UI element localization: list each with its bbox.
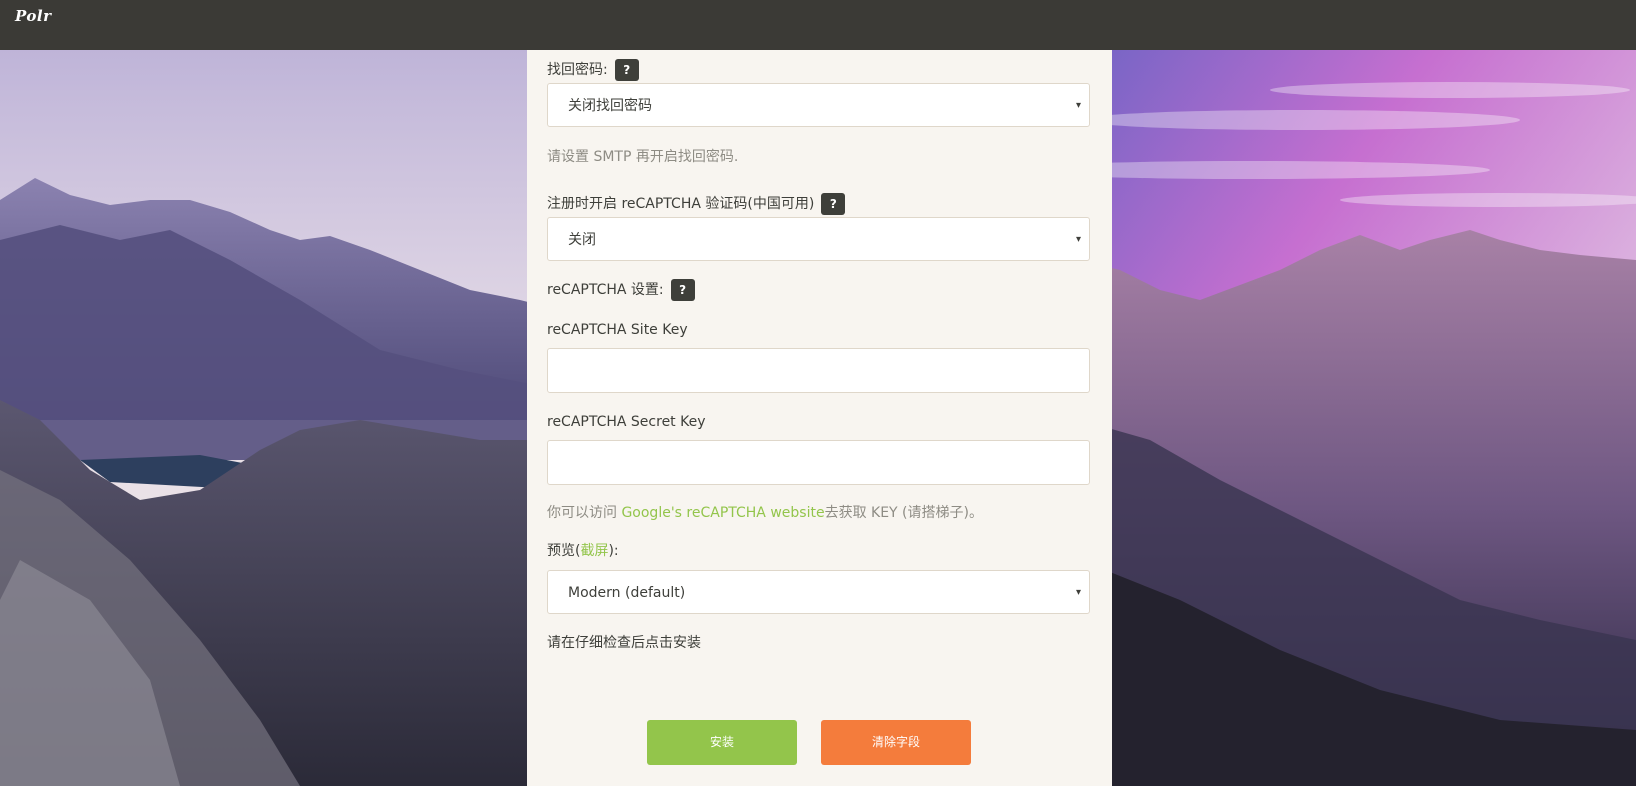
recaptcha-signup-label: 注册时开启 reCAPTCHA 验证码(中国可用)? xyxy=(547,193,846,215)
password-recovery-select[interactable]: 关闭找回密码 ▾ xyxy=(547,83,1090,127)
setup-form-panel: 找回密码:? 关闭找回密码 ▾ 请设置 SMTP 再开启找回密码. 注册时开启 … xyxy=(527,50,1112,786)
recaptcha-website-link[interactable]: Google's reCAPTCHA website xyxy=(621,505,824,521)
clear-fields-button[interactable]: 清除字段 xyxy=(821,720,971,765)
site-key-input[interactable] xyxy=(547,348,1090,393)
secret-key-input[interactable] xyxy=(547,440,1090,485)
theme-select[interactable]: Modern (default) ▾ xyxy=(547,570,1090,614)
chevron-down-icon: ▾ xyxy=(1075,234,1081,245)
recaptcha-settings-help-button[interactable]: ? xyxy=(670,279,695,301)
chevron-down-icon: ▾ xyxy=(1075,100,1081,111)
recaptcha-settings-label: reCAPTCHA 设置:? xyxy=(547,279,695,301)
password-recovery-hint: 请设置 SMTP 再开启找回密码. xyxy=(547,149,739,165)
password-recovery-help-button[interactable]: ? xyxy=(614,59,639,81)
confirm-text: 请在仔细检查后点击安装 xyxy=(547,635,701,651)
recaptcha-key-hint: 你可以访问 Google's reCAPTCHA website去获取 KEY … xyxy=(547,505,983,521)
theme-label: 预览(截屏): xyxy=(547,543,619,559)
password-recovery-label: 找回密码:? xyxy=(547,59,639,81)
theme-screenshot-link[interactable]: 截屏 xyxy=(580,543,608,559)
chevron-down-icon: ▾ xyxy=(1075,587,1081,598)
site-key-label: reCAPTCHA Site Key xyxy=(547,322,688,338)
recaptcha-signup-help-button[interactable]: ? xyxy=(821,193,846,215)
recaptcha-signup-select[interactable]: 关闭 ▾ xyxy=(547,217,1090,261)
brand-logo[interactable]: Polr xyxy=(15,7,51,25)
secret-key-label: reCAPTCHA Secret Key xyxy=(547,414,706,430)
top-navbar: Polr xyxy=(0,0,1636,50)
install-button[interactable]: 安装 xyxy=(647,720,797,765)
